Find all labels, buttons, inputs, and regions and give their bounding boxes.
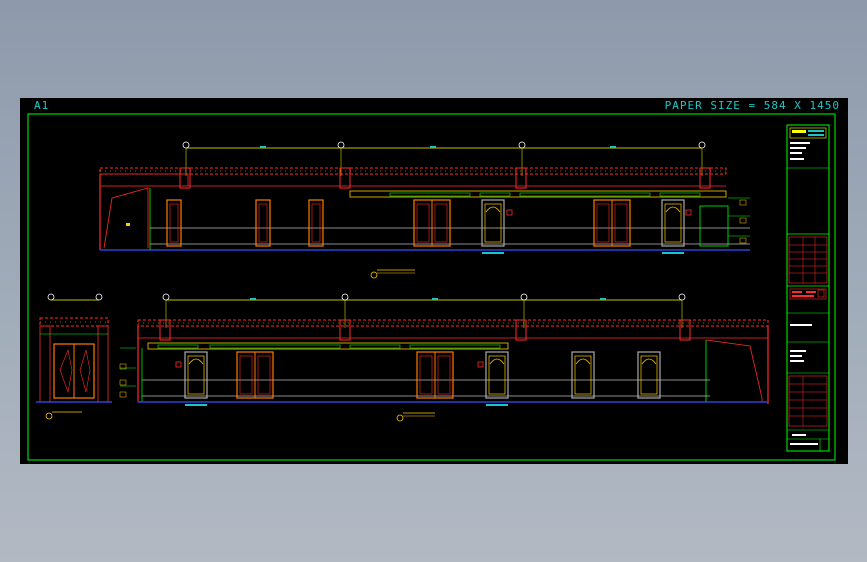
grid-bubble-icon [678, 293, 686, 301]
cad-drawing [27, 113, 836, 461]
section-detail [36, 293, 112, 420]
drawing-sheet: A1 PAPER SIZE = 584 X 1450 [20, 98, 848, 464]
grid-bubble-icon [518, 141, 526, 149]
section-mark-icon [45, 412, 53, 420]
double-door [593, 199, 631, 247]
grid-bubble-icon [698, 141, 706, 149]
grid-bubble-icon [182, 141, 190, 149]
elevation-top [99, 141, 750, 279]
door [308, 199, 324, 247]
double-door [236, 351, 274, 399]
double-door [413, 199, 451, 247]
panel-door [184, 351, 208, 399]
section-mark-icon [370, 271, 378, 279]
panel-door [485, 351, 509, 399]
door [255, 199, 271, 247]
grid-bubble-icon [95, 293, 103, 301]
section-mark-icon [396, 414, 404, 422]
paper-size-label: PAPER SIZE = 584 X 1450 [664, 99, 840, 112]
ceiling-slab [99, 167, 727, 175]
panel-door [661, 199, 685, 247]
grid-bubble-icon [337, 141, 345, 149]
double-door [416, 351, 454, 399]
panel-door [571, 351, 595, 399]
panel-door [637, 351, 661, 399]
panel-door [481, 199, 505, 247]
grid-bubble-icon [341, 293, 349, 301]
elevation-bottom [119, 293, 769, 422]
drawing-border [27, 113, 836, 461]
grid-bubble-icon [520, 293, 528, 301]
door [166, 199, 182, 247]
grid-bubble-icon [162, 293, 170, 301]
sheet-size-label: A1 [34, 99, 50, 112]
title-block [786, 124, 830, 452]
grid-bubble-icon [47, 293, 55, 301]
